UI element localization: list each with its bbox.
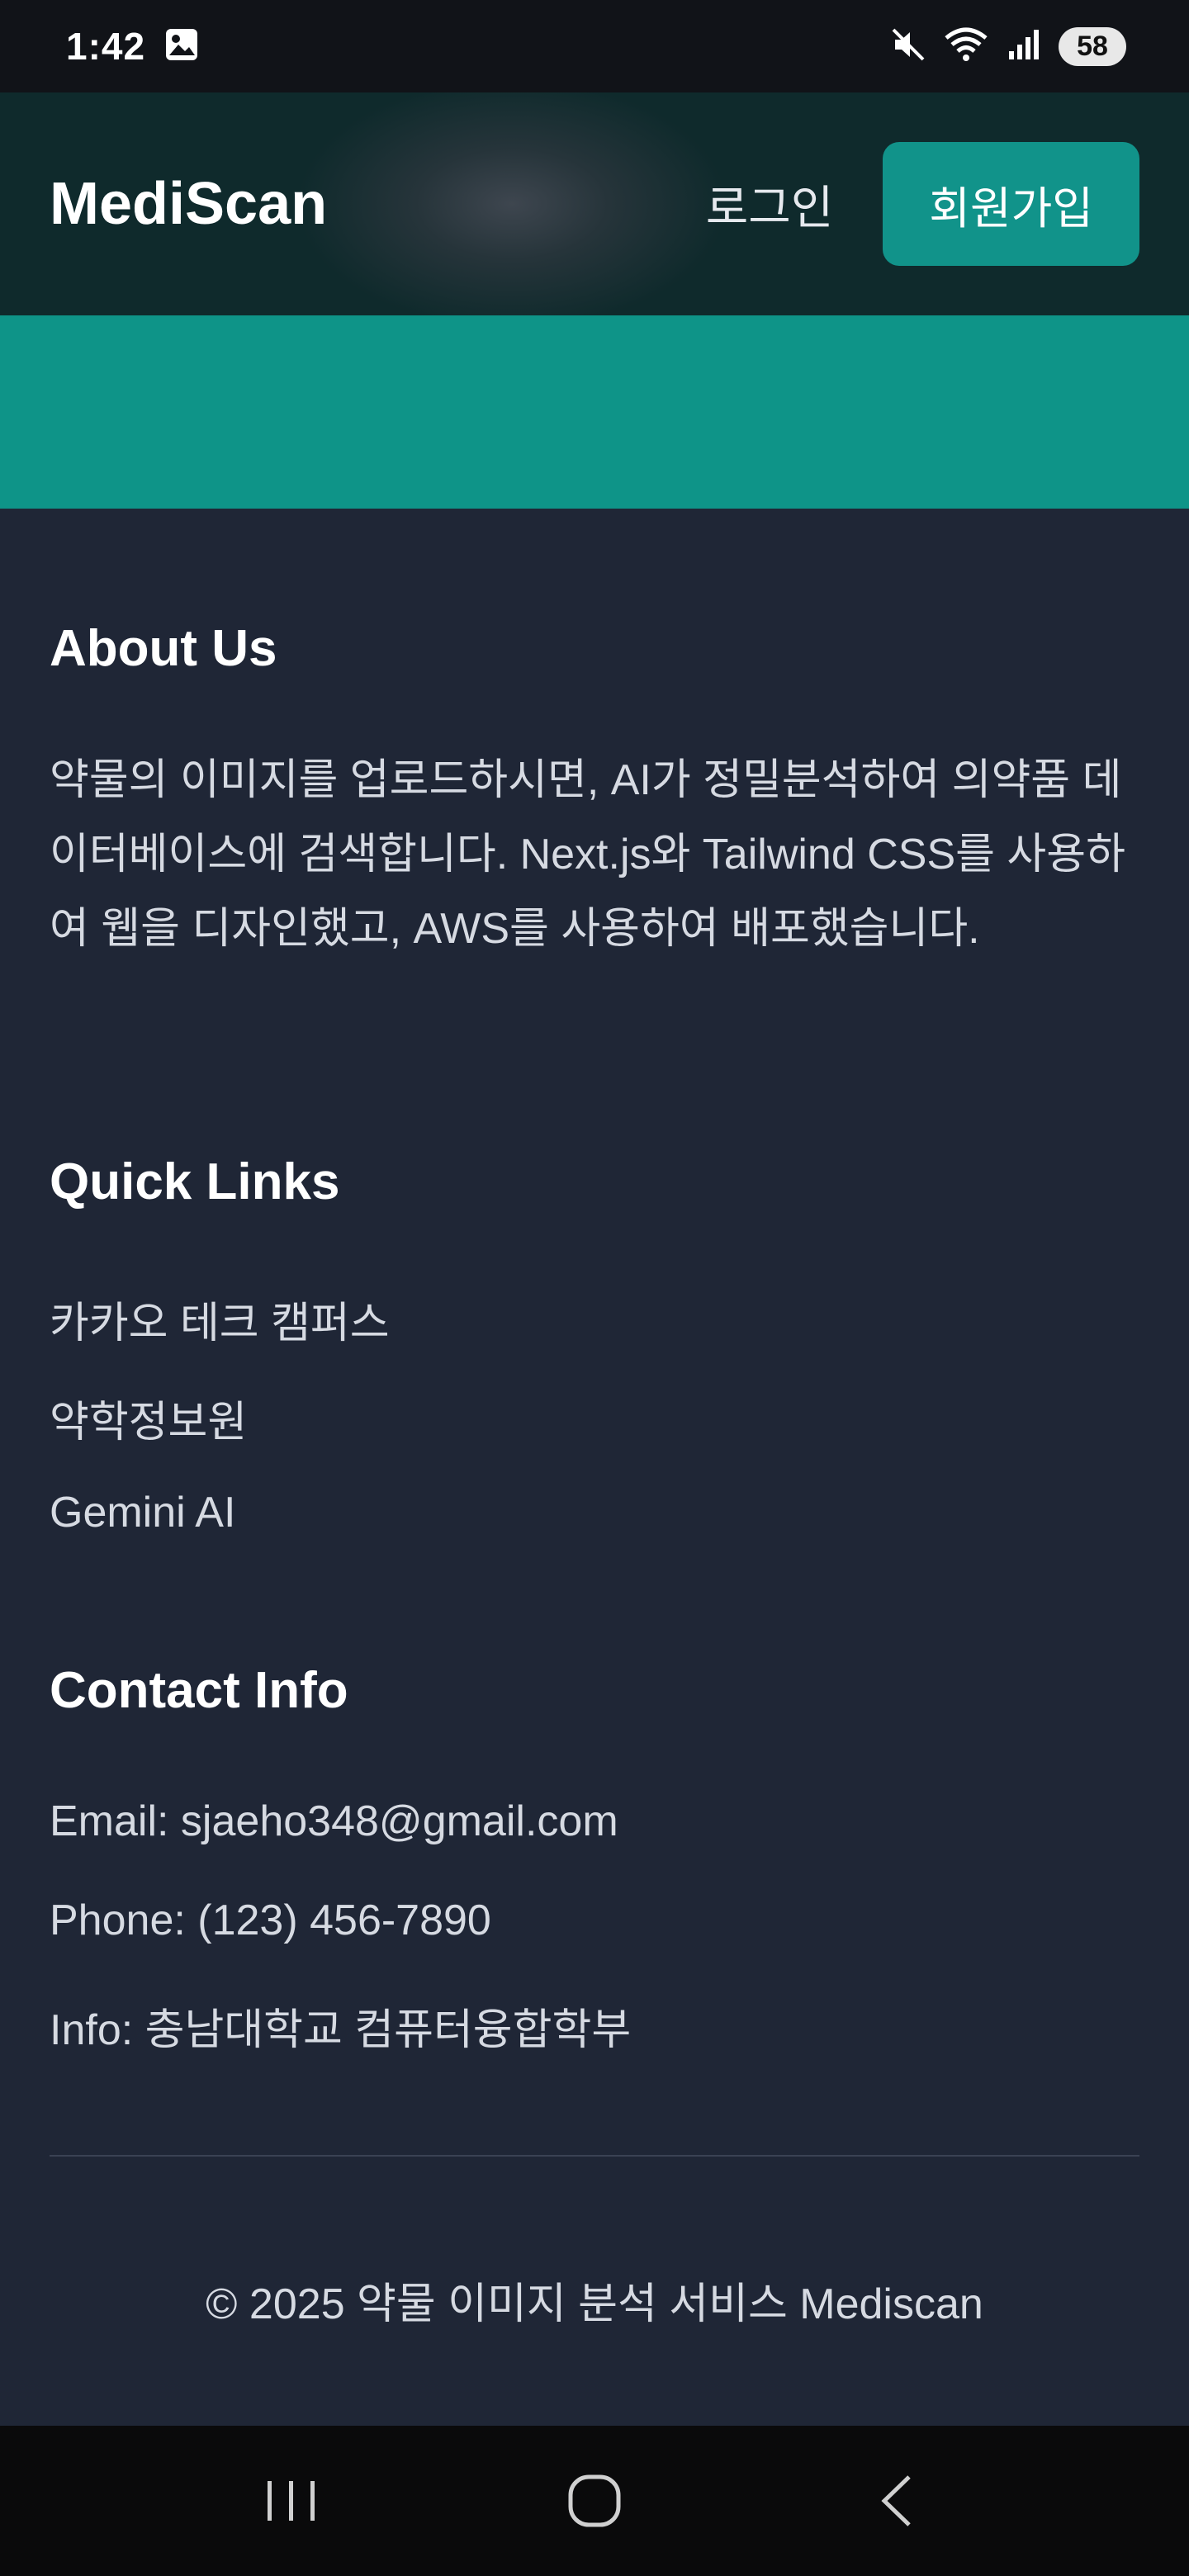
about-text: 약물의 이미지를 업로드하시면, AI가 정밀분석하여 의약품 데이터베이스에 … [50, 756, 1125, 953]
signup-button[interactable]: 회원가입 [883, 142, 1139, 266]
quick-links-title: Quick Links [50, 1153, 340, 1210]
status-right: 58 [890, 26, 1126, 67]
recent-apps-icon[interactable] [242, 2451, 341, 2550]
contact-email: Email: sjaeho348@gmail.com [50, 1797, 618, 1845]
home-icon[interactable] [545, 2451, 644, 2550]
quick-link-kakao[interactable]: 카카오 테크 캠퍼스 [50, 1288, 390, 1350]
app-header: MediScan 로그인 회원가입 [0, 92, 1189, 315]
signal-icon [1006, 26, 1042, 67]
status-left: 1:42 [66, 24, 200, 69]
quick-link-pharm-info[interactable]: 약학정보원 [50, 1387, 247, 1449]
about-title: About Us [50, 620, 277, 677]
footer-divider [50, 2155, 1139, 2157]
contact-title: Contact Info [50, 1662, 348, 1719]
copyright-text: © 2025 약물 이미지 분석 서비스 Mediscan [206, 2280, 983, 2328]
contact-phone: Phone: (123) 456-7890 [50, 1896, 491, 1944]
hero-band [0, 315, 1189, 509]
quick-link-gemini[interactable]: Gemini AI [50, 1488, 235, 1537]
wifi-icon [943, 26, 989, 67]
image-icon [163, 26, 200, 67]
system-nav-bar [0, 2426, 1189, 2576]
login-link[interactable]: 로그인 [706, 171, 834, 238]
brand-logo[interactable]: MediScan [50, 170, 327, 238]
status-bar: 1:42 58 [0, 0, 1189, 92]
header-actions: 로그인 회원가입 [706, 142, 1139, 266]
contact-info: Info: 충남대학교 컴퓨터융합학부 [50, 2006, 632, 2054]
back-icon[interactable] [848, 2451, 947, 2550]
mute-icon [890, 26, 926, 67]
status-time: 1:42 [66, 25, 146, 68]
footer: About Us 약물의 이미지를 업로드하시면, AI가 정밀분석하여 의약품… [0, 509, 1189, 2426]
battery-indicator: 58 [1059, 26, 1126, 66]
